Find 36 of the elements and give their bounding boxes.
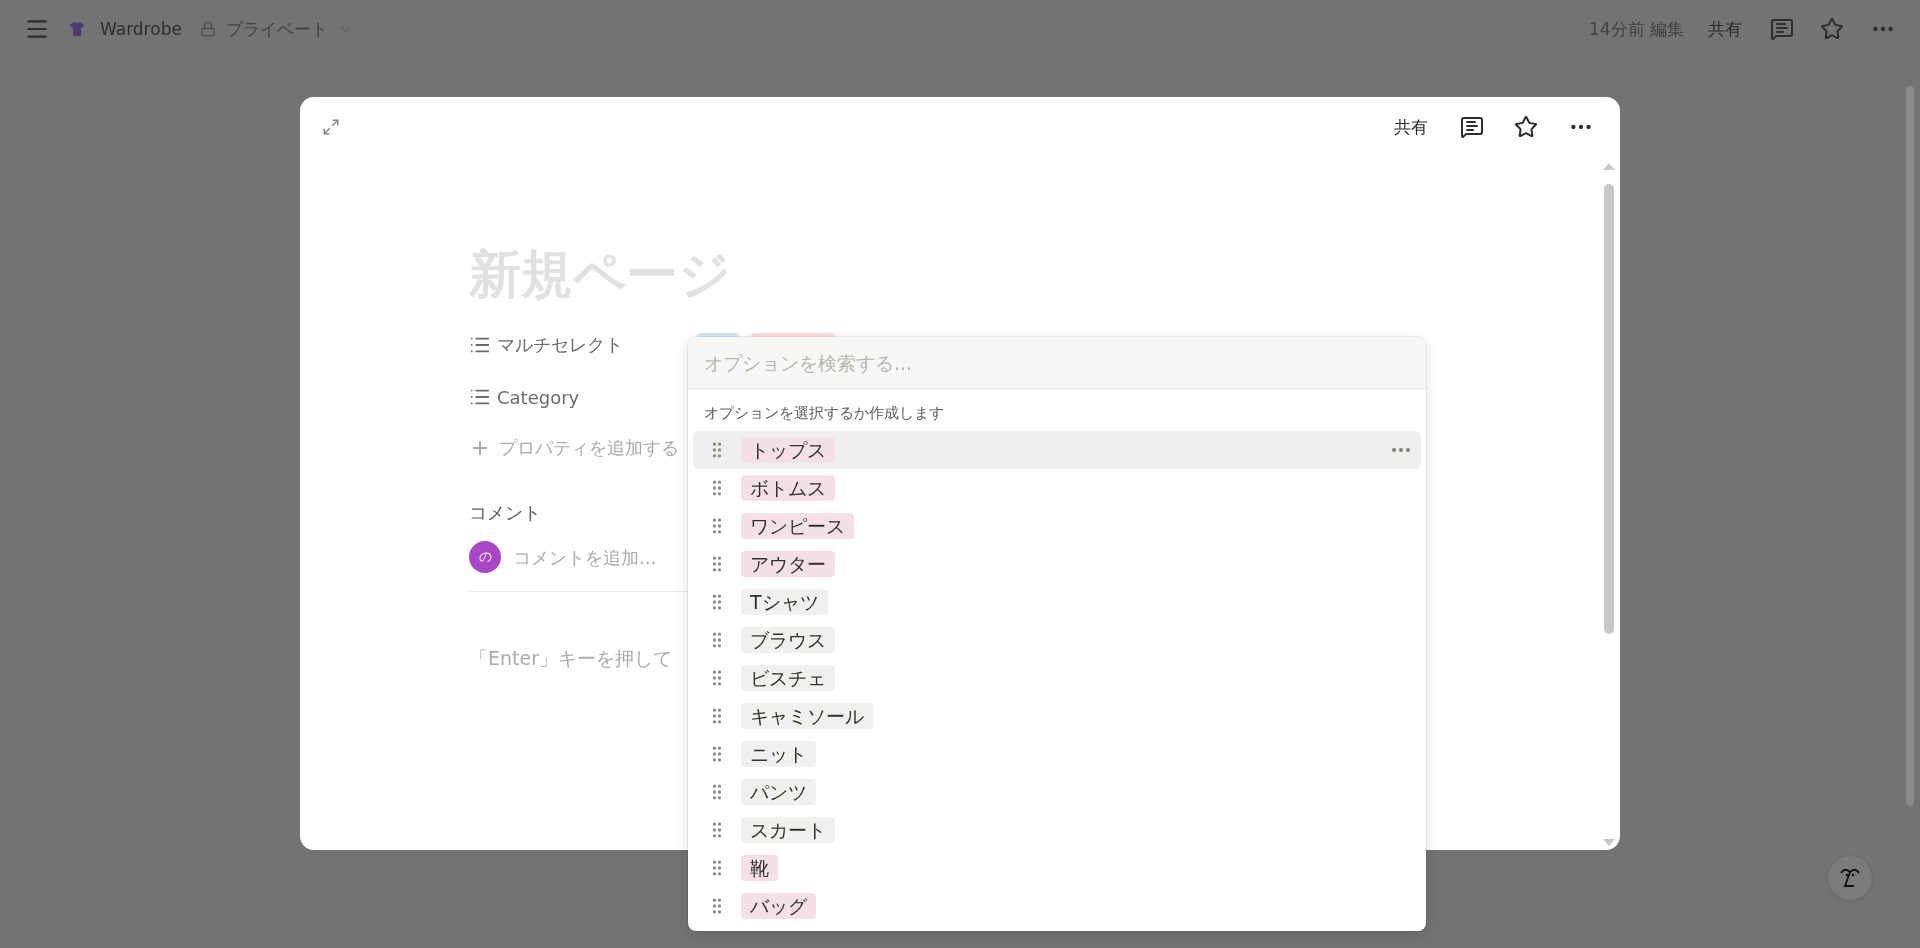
option-tag: ブラウス — [741, 627, 835, 653]
option-row[interactable]: ニット — [693, 735, 1421, 773]
option-tag: アウター — [741, 551, 835, 577]
option-row[interactable]: ビスチェ — [693, 659, 1421, 697]
user-avatar: の — [469, 541, 501, 573]
comments-heading: コメント — [469, 501, 541, 525]
option-row[interactable]: バッグ — [693, 887, 1421, 925]
body-hint: 「Enter」キーを押して — [469, 646, 672, 671]
property-name[interactable]: マルチセレクト — [497, 333, 623, 357]
share-button[interactable]: 共有 — [1388, 111, 1434, 143]
option-tag: 靴 — [741, 855, 778, 881]
option-tag: バッグ — [741, 893, 816, 919]
option-row[interactable]: ブラウス — [693, 621, 1421, 659]
option-row[interactable]: 靴 — [693, 849, 1421, 887]
lock-icon — [199, 21, 216, 37]
option-tag: スカート — [741, 817, 835, 843]
option-row[interactable]: Tシャツ — [693, 583, 1421, 621]
option-row[interactable]: スカート — [693, 811, 1421, 849]
option-tag: ニット — [741, 741, 816, 767]
scrollbar-thumb[interactable] — [1604, 184, 1614, 634]
option-row[interactable]: ワンピース — [693, 507, 1421, 545]
option-tag: トップス — [741, 437, 835, 463]
option-tag: Tシャツ — [741, 589, 828, 615]
option-row[interactable]: ボトムス — [693, 469, 1421, 507]
dropdown-hint: オプションを選択するか作成します — [704, 404, 944, 423]
option-tag: キャミソール — [741, 703, 873, 729]
option-row[interactable]: トップス — [693, 431, 1421, 469]
property-name[interactable]: Category — [497, 386, 580, 408]
option-tag: ビスチェ — [741, 665, 835, 691]
option-tag: ボトムス — [741, 475, 835, 501]
help-button[interactable] — [1828, 856, 1872, 900]
option-search-field[interactable]: オプションを検索する... — [688, 337, 1426, 389]
option-row[interactable]: パンツ — [693, 773, 1421, 811]
option-tag: ワンピース — [741, 513, 854, 539]
option-row[interactable]: キャミソール — [693, 697, 1421, 735]
option-tag: パンツ — [741, 779, 816, 805]
